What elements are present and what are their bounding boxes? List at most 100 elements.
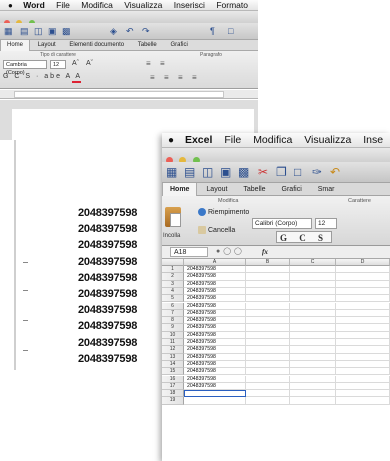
excel-menu-file[interactable]: File — [224, 133, 241, 148]
word-menu-format[interactable]: Formato — [216, 0, 248, 11]
cell[interactable] — [336, 287, 390, 296]
select-all-corner[interactable] — [162, 259, 184, 266]
column-header-b[interactable]: B — [246, 259, 290, 266]
cell[interactable] — [246, 295, 290, 303]
cell[interactable]: 2048397598 — [184, 266, 246, 274]
cell[interactable]: 2048397598 — [184, 339, 246, 347]
cell[interactable]: 2048397598 — [184, 346, 246, 354]
tab-charts[interactable]: Grafici — [164, 40, 193, 51]
cell[interactable] — [246, 280, 290, 288]
cell[interactable] — [246, 302, 290, 310]
column-header-d[interactable]: D — [336, 259, 390, 266]
cell[interactable] — [246, 375, 290, 383]
excel-menu-edit[interactable]: Modifica — [253, 133, 292, 148]
copy-icon[interactable]: ❐ — [276, 166, 287, 178]
numbering-icon[interactable]: ≡ — [160, 59, 165, 69]
cell[interactable] — [290, 375, 336, 383]
row-header[interactable]: 15 — [162, 368, 184, 376]
row-header[interactable]: 3 — [162, 280, 184, 288]
cell[interactable] — [336, 368, 390, 376]
cell[interactable]: 2048397598 — [184, 295, 246, 303]
cell[interactable]: 2048397598 — [184, 368, 246, 376]
cell[interactable] — [336, 266, 390, 274]
excel-app-menu[interactable]: Excel — [185, 133, 212, 148]
cell[interactable] — [184, 397, 246, 405]
cell[interactable] — [290, 382, 336, 391]
new-document-icon[interactable]: ▦ — [4, 26, 13, 36]
cell[interactable] — [290, 360, 336, 369]
cell[interactable] — [336, 324, 390, 332]
cell[interactable] — [246, 287, 290, 296]
bullets-icon[interactable]: ≡ — [146, 59, 151, 69]
cell[interactable] — [336, 397, 390, 405]
save-icon[interactable]: ▣ — [48, 26, 57, 36]
sidebar-icon[interactable]: □ — [228, 26, 233, 36]
cell[interactable] — [246, 353, 290, 361]
cell[interactable] — [246, 324, 290, 332]
paste-button-icon[interactable] — [165, 207, 181, 227]
tab-layout[interactable]: Layout — [32, 40, 62, 51]
cell[interactable] — [246, 317, 290, 325]
font-size-field[interactable]: 12 — [315, 218, 337, 229]
tab-smartart[interactable]: Smar — [311, 183, 342, 196]
cell[interactable] — [246, 382, 290, 391]
cell[interactable] — [246, 339, 290, 347]
row-header[interactable]: 12 — [162, 346, 184, 354]
shrink-font-icon[interactable]: Aˇ — [86, 59, 93, 69]
cell[interactable] — [246, 331, 290, 339]
cell[interactable]: 2048397598 — [184, 302, 246, 310]
excel-menu-insert[interactable]: Inse — [363, 133, 383, 148]
row-header[interactable]: 9 — [162, 324, 184, 332]
open-icon[interactable]: ◫ — [202, 166, 213, 178]
new-workbook-icon[interactable]: ▦ — [166, 166, 177, 178]
formula-bar-icons[interactable]: ●◯◯ — [216, 246, 245, 258]
print-icon[interactable]: ▩ — [62, 26, 71, 36]
word-menu-file[interactable]: File — [56, 0, 70, 11]
cell[interactable] — [290, 266, 336, 274]
cell[interactable] — [336, 309, 390, 318]
cell[interactable] — [336, 390, 390, 398]
templates-icon[interactable]: ▤ — [184, 166, 195, 178]
cell[interactable] — [336, 339, 390, 347]
cell[interactable] — [336, 375, 390, 383]
tab-home[interactable]: Home — [162, 183, 198, 196]
cell[interactable] — [246, 266, 290, 274]
tab-tables[interactable]: Tabelle — [132, 40, 163, 51]
column-header-a[interactable]: A — [184, 259, 246, 266]
cell[interactable] — [290, 273, 336, 281]
tab-tables[interactable]: Tabelle — [236, 183, 272, 196]
row-header[interactable]: 18 — [162, 390, 184, 398]
cell[interactable] — [290, 331, 336, 339]
cell[interactable] — [336, 353, 390, 361]
cell[interactable] — [290, 339, 336, 347]
font-name-field[interactable]: Calibri (Corpo) — [252, 218, 312, 229]
row-header[interactable]: 17 — [162, 382, 184, 391]
row-header[interactable]: 5 — [162, 295, 184, 303]
row-header[interactable]: 7 — [162, 309, 184, 318]
horizontal-ruler[interactable] — [0, 90, 258, 99]
row-header[interactable]: 14 — [162, 360, 184, 369]
undo-icon[interactable]: ↶ — [126, 26, 134, 36]
tab-home[interactable]: Home — [0, 40, 31, 51]
apple-menu-icon[interactable]: ● — [168, 133, 174, 148]
cell[interactable] — [246, 390, 290, 398]
font-name-field[interactable]: Cambria (Corpo) — [3, 60, 47, 76]
cell[interactable]: 2048397598 — [184, 324, 246, 332]
format-painter-icon[interactable]: ✑ — [312, 166, 322, 178]
cell[interactable] — [336, 331, 390, 339]
row-header[interactable]: 6 — [162, 302, 184, 310]
cell[interactable] — [184, 390, 246, 398]
row-header[interactable]: 2 — [162, 273, 184, 281]
cell[interactable] — [336, 280, 390, 288]
row-header[interactable]: 1 — [162, 266, 184, 274]
cell[interactable] — [290, 353, 336, 361]
cell[interactable] — [290, 346, 336, 354]
paste-label[interactable]: Incolla — [163, 233, 180, 239]
cell[interactable] — [336, 382, 390, 391]
cell[interactable] — [290, 397, 336, 405]
cell[interactable] — [246, 309, 290, 318]
cell[interactable]: 2048397598 — [184, 273, 246, 281]
print-icon[interactable]: ▩ — [238, 166, 249, 178]
cut-icon[interactable]: ✂ — [258, 166, 268, 178]
row-header[interactable]: 4 — [162, 287, 184, 296]
